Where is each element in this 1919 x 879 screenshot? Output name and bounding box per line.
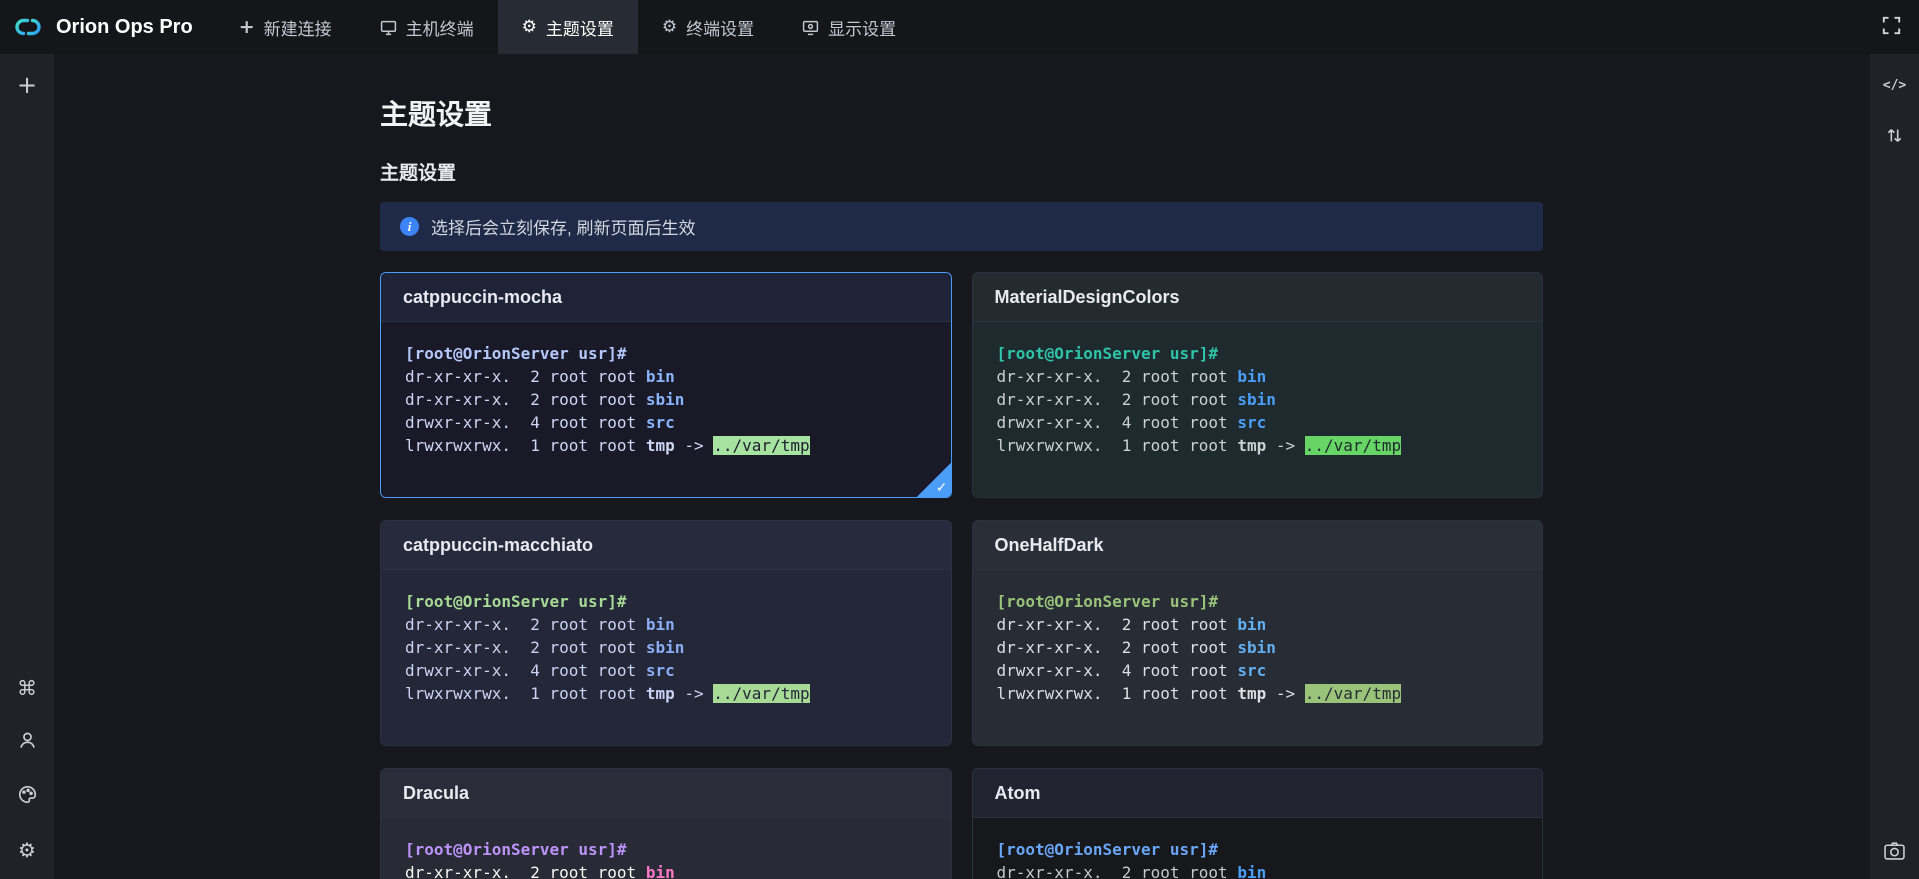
nav-tab-theme-settings[interactable]: ⚙ 主题设置: [498, 0, 638, 54]
fullscreen-icon: [1882, 16, 1901, 38]
theme-card-OneHalfDark[interactable]: OneHalfDark [root@OrionServer usr]#dr-xr…: [972, 520, 1544, 746]
left-rail-bottom: ⌘ ⚙: [10, 671, 44, 867]
user-button[interactable]: [10, 725, 44, 759]
theme-name: MaterialDesignColors: [995, 287, 1180, 308]
nav-tab-label: 终端设置: [686, 15, 754, 40]
new-session-button[interactable]: +: [10, 68, 44, 102]
theme-card-Atom[interactable]: Atom [root@OrionServer usr]#dr-xr-xr-x. …: [972, 768, 1544, 879]
theme-card-header: OneHalfDark: [973, 521, 1543, 570]
nav-tab-label: 显示设置: [828, 15, 896, 40]
nav-tab-label: 主题设置: [546, 15, 614, 40]
theme-card-MaterialDesignColors[interactable]: MaterialDesignColors [root@OrionServer u…: [972, 272, 1544, 498]
main-content: 主题设置 主题设置 i 选择后会立刻保存, 刷新页面后生效 catppuccin…: [54, 54, 1870, 879]
app-logo-icon: [12, 11, 44, 43]
right-sidebar: </>: [1870, 54, 1919, 879]
terminal-preview: [root@OrionServer usr]#dr-xr-xr-x. 2 roo…: [973, 570, 1543, 745]
section-title: 主题设置: [380, 163, 1870, 185]
theme-card-Dracula[interactable]: Dracula [root@OrionServer usr]#dr-xr-xr-…: [380, 768, 952, 879]
theme-button[interactable]: [10, 779, 44, 813]
nav-tab-host-terminal[interactable]: 主机终端: [356, 0, 498, 54]
gear-icon: ⚙: [18, 840, 36, 860]
selected-corner-badge: ✓: [917, 463, 951, 497]
nav-tab-display-settings[interactable]: 显示设置: [778, 0, 920, 54]
terminal-preview: [root@OrionServer usr]#dr-xr-xr-x. 2 roo…: [381, 322, 951, 497]
display-icon: [802, 19, 819, 36]
nav-tab-label: 新建连接: [264, 15, 332, 40]
gear-icon: ⚙: [522, 19, 537, 36]
settings-button[interactable]: ⚙: [10, 833, 44, 867]
check-icon: ✓: [936, 480, 948, 496]
nav-tab-new-connection[interactable]: + 新建连接: [215, 0, 356, 54]
theme-name: Atom: [995, 783, 1041, 804]
theme-card-header: MaterialDesignColors: [973, 273, 1543, 322]
theme-name: OneHalfDark: [995, 535, 1104, 556]
info-alert: i 选择后会立刻保存, 刷新页面后生效: [380, 202, 1543, 251]
top-navbar: Orion Ops Pro + 新建连接 主机终端 ⚙ 主题设置 ⚙ 终端设置 显示设置: [0, 0, 1919, 54]
app-title: Orion Ops Pro: [56, 16, 193, 39]
plus-icon: +: [17, 73, 37, 97]
shortcuts-button[interactable]: ⌘: [10, 671, 44, 705]
theme-card-catppuccin-mocha[interactable]: catppuccin-mocha [root@OrionServer usr]#…: [380, 272, 952, 498]
info-icon: i: [400, 217, 419, 236]
sort-icon: [1886, 127, 1903, 147]
command-icon: ⌘: [17, 678, 37, 698]
terminal-preview: [root@OrionServer usr]#dr-xr-xr-x. 2 roo…: [973, 818, 1543, 879]
theme-card-header: Dracula: [381, 769, 951, 818]
right-rail-bottom: [1878, 835, 1912, 869]
fullscreen-button[interactable]: [1882, 16, 1901, 38]
screenshot-button[interactable]: [1878, 835, 1912, 869]
info-alert-text: 选择后会立刻保存, 刷新页面后生效: [431, 214, 695, 239]
camera-icon: [1884, 841, 1905, 863]
nav-tabs: + 新建连接 主机终端 ⚙ 主题设置 ⚙ 终端设置 显示设置: [215, 0, 920, 54]
code-icon: </>: [1883, 78, 1906, 93]
theme-name: catppuccin-mocha: [403, 287, 562, 308]
theme-card-header: Atom: [973, 769, 1543, 818]
theme-card-catppuccin-macchiato[interactable]: catppuccin-macchiato [root@OrionServer u…: [380, 520, 952, 746]
plus-icon: +: [239, 18, 255, 37]
palette-icon: [18, 785, 37, 807]
gear-icon: ⚙: [662, 19, 677, 36]
page-title: 主题设置: [380, 98, 1870, 131]
terminal-preview: [root@OrionServer usr]#dr-xr-xr-x. 2 roo…: [381, 818, 951, 879]
nav-tab-label: 主机终端: [406, 15, 474, 40]
monitor-icon: [380, 19, 397, 36]
theme-name: catppuccin-macchiato: [403, 535, 593, 556]
theme-card-header: catppuccin-macchiato: [381, 521, 951, 570]
terminal-preview: [root@OrionServer usr]#dr-xr-xr-x. 2 roo…: [381, 570, 951, 745]
sort-button[interactable]: [1878, 120, 1912, 154]
theme-name: Dracula: [403, 783, 469, 804]
terminal-preview: [root@OrionServer usr]#dr-xr-xr-x. 2 roo…: [973, 322, 1543, 497]
code-view-button[interactable]: </>: [1878, 68, 1912, 102]
left-sidebar: + ⌘ ⚙: [0, 54, 54, 879]
theme-grid: catppuccin-mocha [root@OrionServer usr]#…: [380, 272, 1543, 879]
theme-card-header: catppuccin-mocha: [381, 273, 951, 322]
user-icon: [18, 731, 37, 753]
nav-tab-terminal-settings[interactable]: ⚙ 终端设置: [638, 0, 778, 54]
